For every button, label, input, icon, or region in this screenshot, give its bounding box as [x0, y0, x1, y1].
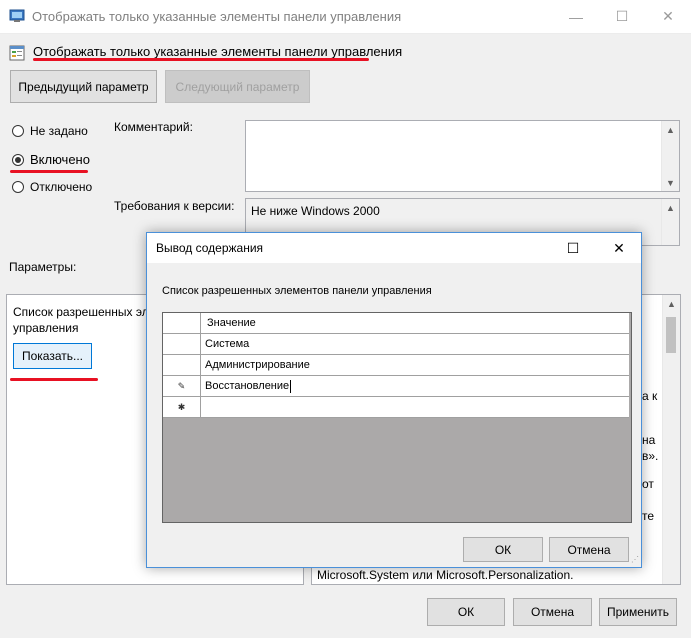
- dialog-title-bar: Вывод содержания ☐ ✕: [147, 233, 641, 263]
- grid-header-row: Значение: [163, 313, 629, 334]
- dialog-ok-button[interactable]: ОК: [463, 537, 543, 562]
- table-row[interactable]: Система: [163, 334, 629, 355]
- dialog-cancel-button[interactable]: Отмена: [549, 537, 629, 562]
- radio-disabled[interactable]: Отключено: [12, 180, 92, 194]
- row-header[interactable]: [163, 355, 201, 376]
- scroll-up-icon[interactable]: ▲: [662, 199, 679, 216]
- version-scrollbar[interactable]: ▲: [661, 199, 679, 245]
- grid-cell[interactable]: Администрирование: [201, 355, 629, 376]
- scroll-up-icon[interactable]: ▲: [663, 295, 680, 312]
- close-button[interactable]: ✕: [645, 0, 691, 33]
- maximize-button[interactable]: ☐: [599, 0, 645, 33]
- help-text-bottom: Microsoft.System или Microsoft.Personali…: [317, 568, 574, 582]
- apply-button[interactable]: Применить: [599, 598, 677, 626]
- radio-not-configured-label: Не задано: [30, 124, 88, 138]
- minimize-button[interactable]: —: [553, 0, 599, 33]
- options-list-label-line2: управления: [13, 321, 79, 335]
- radio-enabled-label: Включено: [30, 152, 90, 167]
- dialog-title: Вывод содержания: [156, 241, 264, 255]
- dialog-close-button[interactable]: ✕: [596, 233, 642, 263]
- grid-cell[interactable]: Система: [201, 334, 629, 355]
- help-fragment: от: [642, 477, 654, 491]
- radio-circle-selected: [12, 153, 24, 166]
- radio-not-configured[interactable]: Не задано: [12, 124, 88, 138]
- red-underline-enabled: [10, 170, 88, 173]
- dialog-maximize-button[interactable]: ☐: [550, 233, 596, 263]
- help-fragment: а к: [642, 389, 658, 403]
- grid-cell-text: Восстановление: [205, 380, 290, 392]
- radio-enabled[interactable]: Включено: [12, 152, 90, 167]
- show-button[interactable]: Показать...: [13, 343, 92, 369]
- radio-disabled-label: Отключено: [30, 180, 93, 194]
- policy-icon: [9, 45, 25, 61]
- cancel-button[interactable]: Отмена: [513, 598, 592, 626]
- text-cursor: [290, 379, 292, 393]
- scroll-down-icon[interactable]: ▼: [662, 174, 679, 191]
- resize-grip-icon[interactable]: ⋰: [629, 555, 639, 565]
- version-label: Требования к версии:: [114, 199, 235, 213]
- show-contents-dialog: Вывод содержания ☐ ✕ Список разрешенных …: [146, 232, 642, 568]
- dialog-list-label: Список разрешенных элементов панели упра…: [162, 285, 432, 297]
- grid-cell[interactable]: [201, 397, 629, 418]
- help-scrollbar[interactable]: ▲: [662, 295, 680, 584]
- row-header[interactable]: [163, 334, 201, 355]
- help-fragment: на: [642, 433, 656, 447]
- grid-cell-editing[interactable]: Восстановление: [201, 376, 629, 397]
- comment-label: Комментарий:: [114, 120, 193, 134]
- comment-scrollbar[interactable]: ▲ ▼: [661, 121, 679, 191]
- table-row-new[interactable]: ✱: [163, 397, 629, 418]
- title-bar: Отображать только указанные элементы пан…: [0, 0, 691, 34]
- scroll-up-icon[interactable]: ▲: [662, 121, 679, 138]
- parameters-label: Параметры:: [9, 260, 77, 274]
- pencil-icon[interactable]: ✎: [163, 376, 201, 397]
- table-row[interactable]: ✎ Восстановление: [163, 376, 629, 397]
- app-icon: [9, 8, 25, 24]
- grid-corner: [163, 313, 201, 334]
- help-fragment: в».: [642, 449, 659, 463]
- column-header-value[interactable]: Значение: [201, 313, 629, 334]
- scroll-thumb[interactable]: [666, 317, 676, 353]
- new-row-asterisk-icon[interactable]: ✱: [163, 397, 201, 418]
- ok-button[interactable]: ОК: [427, 598, 505, 626]
- options-list-label: Список разрешенных эл: [13, 305, 149, 319]
- comment-textbox[interactable]: ▲ ▼: [245, 120, 680, 192]
- setting-name: Отображать только указанные элементы пан…: [33, 44, 403, 59]
- values-grid: Значение Система Администрирование ✎ Вос…: [162, 312, 632, 523]
- table-row[interactable]: Администрирование: [163, 355, 629, 376]
- prev-setting-button[interactable]: Предыдущий параметр: [10, 70, 157, 103]
- red-underline-title: [33, 58, 369, 61]
- radio-circle: [12, 125, 24, 137]
- version-value: Не ниже Windows 2000: [251, 204, 380, 218]
- help-fragment: те: [642, 509, 655, 523]
- window-title: Отображать только указанные элементы пан…: [32, 9, 402, 24]
- radio-circle: [12, 181, 24, 193]
- next-setting-button[interactable]: Следующий параметр: [165, 70, 310, 103]
- red-underline-show: [10, 378, 98, 381]
